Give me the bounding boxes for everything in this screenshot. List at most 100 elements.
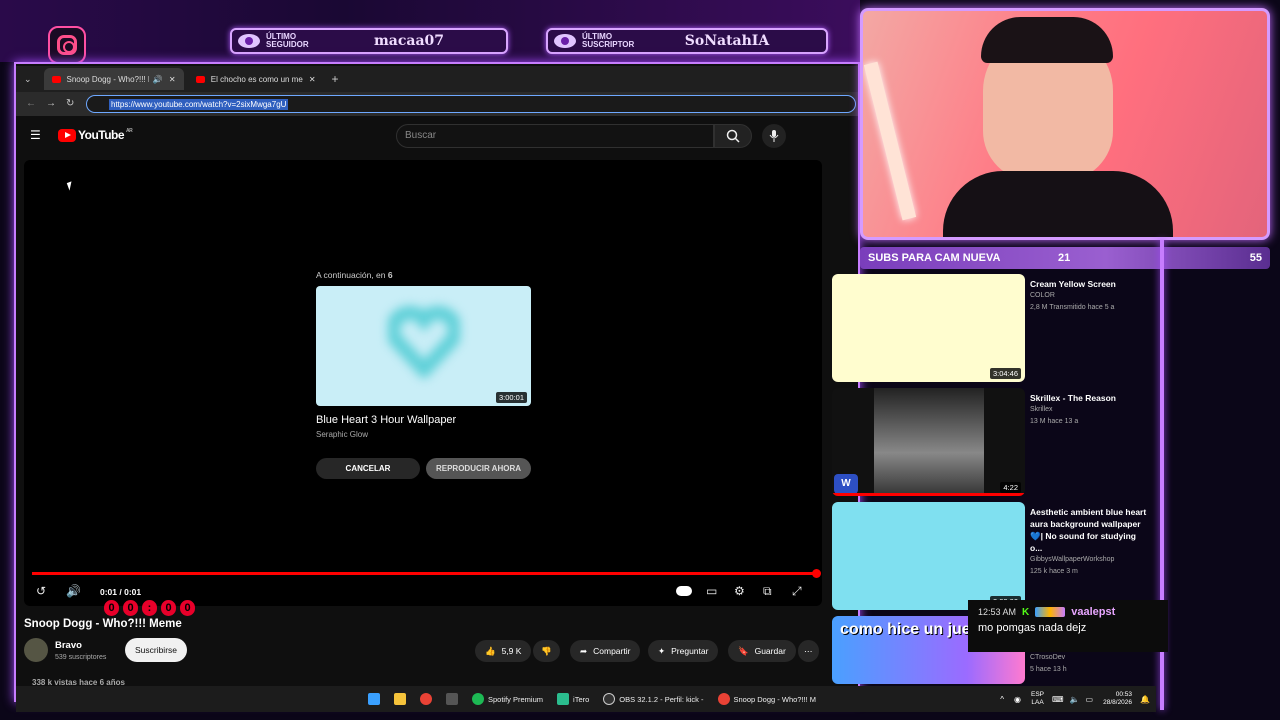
obs-icon (603, 693, 616, 705)
chat-time: 12:53 AM (978, 607, 1017, 617)
like-button[interactable]: 👍 5,9 K (475, 640, 532, 662)
cancel-button[interactable]: CANCELAR (316, 458, 420, 479)
taskbar-obs[interactable]: OBS 32.1.2 - Perfil: kick - (603, 693, 704, 705)
kick-badge-icon: K (1022, 606, 1030, 618)
taskbar-itero[interactable]: iTero (557, 693, 589, 705)
recommendation-thumbnail[interactable]: W 4:22 (832, 388, 1025, 496)
tray-chevron-icon[interactable]: ^ (1000, 695, 1004, 704)
voice-search-button[interactable] (762, 124, 786, 148)
clock[interactable]: 00:53 28/8/2026 (1103, 691, 1132, 707)
up-next-thumbnail[interactable]: 3:00:01 (316, 286, 531, 406)
thumbs-up-icon: 👍 (485, 645, 496, 656)
battery-icon[interactable]: ▭ (1086, 695, 1094, 704)
replay-icon[interactable]: ↺ (36, 584, 46, 598)
last-follower-label: ÚLTIMO SEGUIDOR (266, 32, 309, 49)
fullscreen-icon[interactable]: ⤢ (792, 584, 802, 599)
recommendation-thumbnail[interactable]: 3:04:46 (832, 274, 1025, 382)
like-count: 5,9 K (501, 646, 522, 656)
progress-scrubber[interactable] (812, 569, 821, 578)
search-icon (726, 129, 740, 143)
bookmark-icon: 🔖 (738, 645, 749, 656)
speaker-icon: 🔊 (152, 74, 163, 84)
subtitles-icon[interactable]: ▭ (706, 584, 717, 598)
tray-app-icon[interactable]: ◉ (1014, 695, 1021, 704)
heart-icon (388, 306, 460, 378)
language-code: ESP (1031, 691, 1045, 698)
sub-goal-current: 21 (1058, 252, 1071, 264)
streamer-shirt (943, 171, 1173, 237)
recommendation-title[interactable]: Skrillex - The Reason (1030, 392, 1150, 404)
youtube-logo[interactable]: YouTube AR (58, 128, 133, 142)
ask-label: Preguntar (671, 646, 709, 656)
volume-icon[interactable]: 🔊 (66, 584, 81, 598)
file-explorer-icon[interactable] (394, 693, 406, 705)
search-input[interactable]: Buscar (396, 124, 714, 148)
region-code: AR (126, 128, 133, 134)
recommendation-item[interactable]: W 4:22 Skrillex - The Reason Skrillex 13… (832, 388, 1152, 498)
new-tab-icon[interactable]: + (332, 72, 339, 86)
timer-digit: 0 (123, 600, 138, 616)
subscribe-button[interactable]: Suscribirse (125, 638, 187, 662)
logo-text: YouTube (78, 128, 125, 142)
stream-timer: 0 0 : 0 0 (104, 600, 195, 616)
network-icon[interactable]: ⌨ (1052, 695, 1064, 704)
notification-icon[interactable]: 🔔 (1140, 695, 1150, 704)
taskbar-chrome-window[interactable]: Snoop Dogg - Who?!!! M (717, 693, 816, 705)
channel-name[interactable]: Bravo (55, 640, 82, 651)
sub-goal-bar: SUBS PARA CAM NUEVA 21 55 (860, 247, 1270, 269)
menu-icon[interactable]: ☰ (30, 129, 42, 141)
url-field[interactable]: https://www.youtube.com/watch?v=2sixMwga… (86, 95, 856, 113)
language-indicator[interactable]: ESP LAA (1031, 691, 1044, 707)
autoplay-toggle[interactable] (676, 586, 692, 596)
channel-avatar[interactable] (24, 638, 48, 662)
reload-icon[interactable]: ↻ (66, 98, 74, 109)
eye-icon (238, 34, 260, 48)
recommendation-channel[interactable]: Skrillex (1030, 404, 1150, 416)
miniplayer-icon[interactable]: ⧉ (763, 584, 772, 599)
taskbar-spotify[interactable]: Spotify Premium (472, 693, 543, 705)
eye-icon (554, 34, 576, 48)
search-button[interactable] (714, 124, 752, 148)
close-tab-icon[interactable]: ✕ (169, 75, 176, 84)
terminal-icon[interactable] (446, 693, 458, 705)
recommendation-title[interactable]: Cream Yellow Screen (1030, 278, 1150, 290)
settings-icon[interactable]: ⚙ (734, 584, 745, 598)
progress-bar[interactable] (32, 572, 816, 575)
save-button[interactable]: 🔖 Guardar (728, 640, 796, 662)
up-next-prefix: A continuación, en (316, 270, 388, 280)
warner-logo-icon: W (834, 474, 858, 494)
tab-list-chevron-icon[interactable]: ⌄ (24, 74, 32, 85)
recommendation-thumbnail[interactable]: 3:00:00 (832, 502, 1025, 610)
windows-start-icon[interactable] (368, 693, 380, 705)
up-next-countdown: 6 (387, 270, 393, 280)
recommendation-channel[interactable]: GibbysWallpaperWorkshop (1030, 554, 1150, 566)
duration-badge: 3:00:01 (495, 392, 527, 403)
language-code-2: LAA (1031, 699, 1044, 706)
up-next-title[interactable]: Blue Heart 3 Hour Wallpaper (316, 414, 531, 426)
dislike-button[interactable]: 👎 (533, 640, 560, 662)
tab-label: Snoop Dogg - Who?!!! Me (66, 74, 149, 84)
close-tab-icon[interactable]: ✕ (309, 75, 316, 84)
more-button[interactable]: ⋯ (798, 640, 819, 662)
share-button[interactable]: ➦ Compartir (570, 640, 641, 662)
tab-snoop[interactable]: Snoop Dogg - Who?!!! Me 🔊 ✕ (43, 68, 184, 90)
recommendation-meta: 5 hace 13 h (1030, 666, 1067, 673)
up-next-channel[interactable]: Seraphic Glow (316, 430, 531, 439)
recommendation-item[interactable]: 3:04:46 Cream Yellow Screen COLOR 2,8 M … (832, 274, 1152, 384)
play-now-button[interactable]: REPRODUCIR AHORA (426, 458, 531, 479)
recommendation-item[interactable]: 3:00:00 Aesthetic ambient blue heart aur… (832, 502, 1152, 612)
volume-tray-icon[interactable]: 🔈 (1070, 695, 1080, 704)
streamer-hair (981, 17, 1113, 63)
up-next-card: A continuación, en 6 3:00:01 Blue Heart … (316, 270, 531, 479)
forward-icon[interactable]: → (46, 98, 56, 109)
spotify-icon (472, 693, 484, 705)
recommendation-channel[interactable]: COLOR (1030, 290, 1150, 302)
chrome-icon[interactable] (420, 693, 432, 705)
recommendation-title[interactable]: Aesthetic ambient blue heart aura backgr… (1030, 506, 1150, 554)
sub-goal-target: 55 (1249, 252, 1262, 264)
back-icon[interactable]: ← (26, 98, 36, 109)
ask-button[interactable]: ✦ Preguntar (648, 640, 719, 662)
recommendation-channel[interactable]: CTrosoDev (1030, 652, 1150, 664)
tab-chocho[interactable]: El chocho es como un melocot ✕ (188, 68, 324, 90)
chat-badges-icon (1035, 607, 1066, 617)
